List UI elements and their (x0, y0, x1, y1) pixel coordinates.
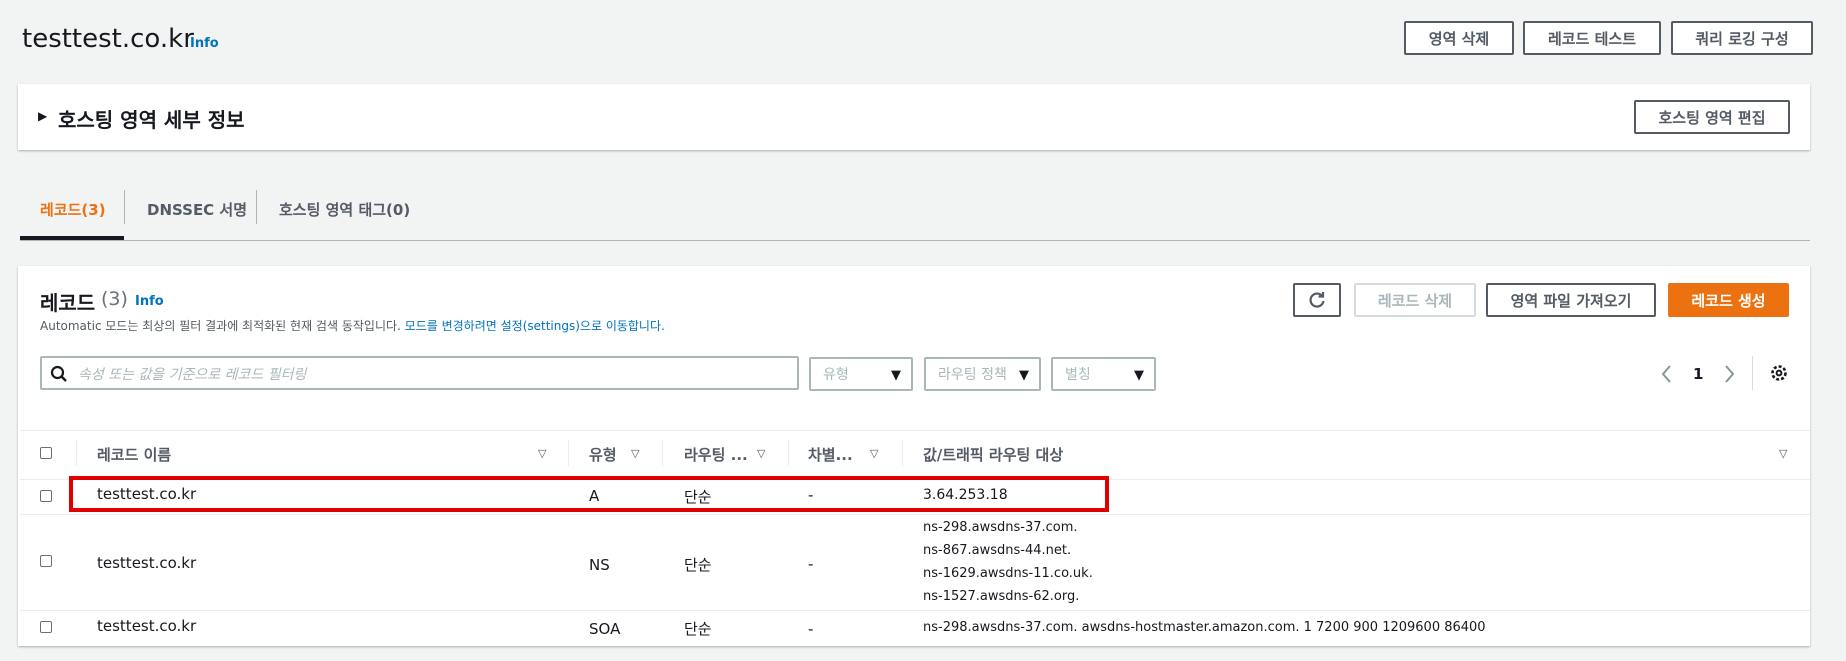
alias-filter-label: 별칭 (1065, 367, 1091, 383)
column-divider (788, 440, 789, 466)
routing-policy: 단순 (684, 556, 712, 574)
search-input[interactable]: 속성 또는 값을 기준으로 레코드 필터링 (40, 356, 799, 390)
pagination-divider (1752, 356, 1753, 390)
tab-records[interactable]: 레코드(3) (40, 199, 106, 220)
description-text: Automatic 모드는 최상의 필터 결과에 최적화된 현재 검색 동작입니… (40, 319, 401, 333)
record-name[interactable]: testtest.co.kr (97, 554, 196, 572)
tab-tags[interactable]: 호스팅 영역 태그(0) (279, 199, 410, 220)
record-type: SOA (589, 620, 621, 638)
routing-policy-filter-label: 라우팅 정책 (938, 367, 1007, 383)
column-header-type[interactable]: 유형 (589, 444, 617, 465)
delete-record-button[interactable]: 레코드 삭제 (1354, 283, 1476, 317)
column-header-routing-policy[interactable]: 라우팅 ... (684, 444, 748, 465)
expand-caret-icon[interactable]: ▶ (38, 109, 47, 123)
test-record-button[interactable]: 레코드 테스트 (1523, 21, 1661, 55)
create-record-button[interactable]: 레코드 생성 (1668, 283, 1789, 317)
type-filter-dropdown[interactable]: 유형 ▼ (809, 357, 913, 391)
routing-policy: 단순 (684, 620, 712, 638)
tab-divider (256, 190, 257, 224)
record-value: ns-298.awsdns-37.com. awsdns-hostmaster.… (923, 620, 1486, 635)
tabs-baseline (20, 240, 1810, 241)
column-divider (76, 440, 77, 466)
row-divider (20, 514, 1810, 515)
edit-hosted-zone-button[interactable]: 호스팅 영역 편집 (1634, 100, 1790, 134)
record-value: ns-298.awsdns-37.com. (923, 520, 1078, 535)
row-checkbox[interactable] (40, 555, 52, 567)
select-all-checkbox[interactable] (40, 447, 52, 459)
search-icon (50, 365, 67, 382)
title-info-link[interactable]: Info (190, 36, 219, 51)
settings-link[interactable]: 모드를 변경하려면 설정(settings)으로 이동합니다. (405, 319, 665, 333)
type-filter-label: 유형 (823, 367, 849, 383)
column-header-record-name[interactable]: 레코드 이름 (97, 444, 171, 465)
sort-caret-icon[interactable]: ▽ (631, 447, 639, 460)
row-checkbox[interactable] (40, 490, 52, 502)
sort-caret-icon[interactable]: ▽ (757, 447, 765, 460)
current-page[interactable]: 1 (1693, 365, 1703, 383)
row-divider (20, 610, 1810, 611)
column-divider (662, 440, 663, 466)
records-description: Automatic 모드는 최상의 필터 결과에 최적화된 현재 검색 동작입니… (40, 317, 665, 334)
record-value: ns-1527.awsdns-62.org. (923, 589, 1080, 604)
column-divider (568, 440, 569, 466)
page-title: testtest.co.kr (22, 24, 194, 54)
table-header-top-border (20, 430, 1810, 431)
refresh-button[interactable] (1293, 283, 1341, 317)
import-zone-file-button[interactable]: 영역 파일 가져오기 (1486, 283, 1656, 317)
tab-dnssec[interactable]: DNSSEC 서명 (147, 199, 247, 220)
column-header-differentiator[interactable]: 차별... (808, 444, 853, 465)
records-title: 레코드 (40, 291, 96, 315)
row-checkbox[interactable] (40, 621, 52, 633)
sort-caret-icon[interactable]: ▽ (538, 447, 546, 460)
records-info-link[interactable]: Info (135, 294, 164, 309)
column-header-value[interactable]: 값/트래픽 라우팅 대상 (923, 444, 1063, 465)
differentiator: - (808, 620, 814, 638)
settings-gear-icon[interactable] (1769, 363, 1789, 383)
tab-divider (124, 190, 125, 224)
caret-down-icon: ▼ (891, 368, 901, 383)
sort-caret-icon[interactable]: ▽ (870, 447, 878, 460)
record-value: ns-1629.awsdns-11.co.uk. (923, 566, 1093, 581)
record-name[interactable]: testtest.co.kr (97, 617, 196, 635)
refresh-icon (1309, 292, 1325, 308)
record-type: NS (589, 556, 610, 574)
chevron-right-icon[interactable] (1722, 364, 1736, 384)
sort-caret-icon[interactable]: ▽ (1779, 447, 1787, 460)
search-placeholder: 속성 또는 값을 기준으로 레코드 필터링 (78, 367, 307, 383)
details-title[interactable]: 호스팅 영역 세부 정보 (58, 104, 245, 133)
chevron-left-icon[interactable] (1660, 364, 1674, 384)
column-divider (902, 440, 903, 466)
query-logging-button[interactable]: 쿼리 로깅 구성 (1671, 21, 1813, 55)
hosted-zone-details-panel: ▶ 호스팅 영역 세부 정보 호스팅 영역 편집 (18, 84, 1810, 150)
caret-down-icon: ▼ (1019, 368, 1029, 383)
records-count: (3) (101, 288, 128, 310)
highlight-box (69, 476, 1109, 512)
caret-down-icon: ▼ (1134, 368, 1144, 383)
record-value: ns-867.awsdns-44.net. (923, 543, 1072, 558)
alias-filter-dropdown[interactable]: 별칭 ▼ (1051, 357, 1156, 391)
differentiator: - (808, 555, 814, 573)
delete-zone-button[interactable]: 영역 삭제 (1404, 21, 1514, 55)
routing-policy-filter-dropdown[interactable]: 라우팅 정책 ▼ (924, 357, 1041, 391)
